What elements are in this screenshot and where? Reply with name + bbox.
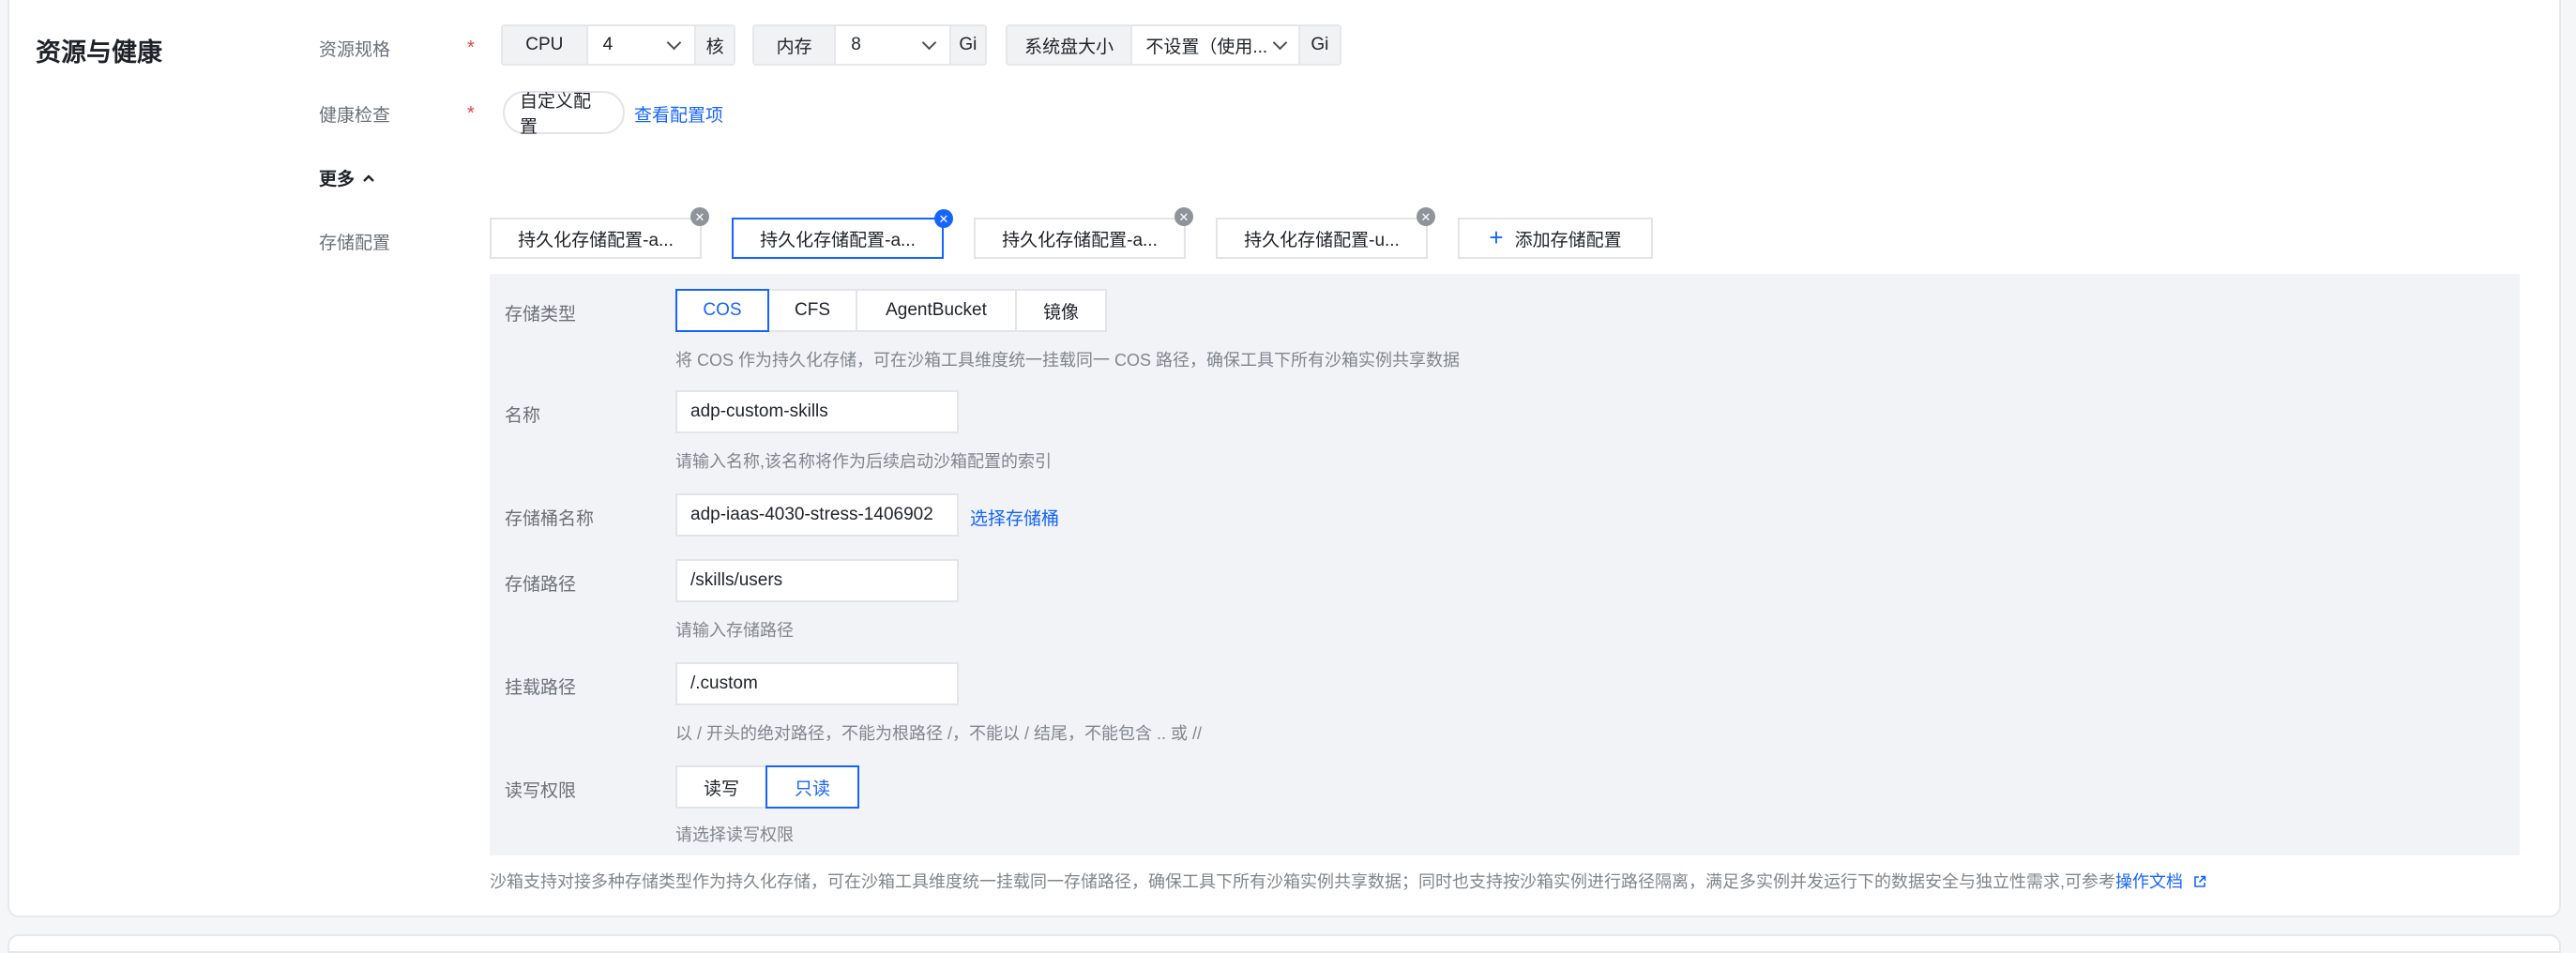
storage-type-segmented: COS CFS AgentBucket 镜像 xyxy=(675,289,1107,332)
permission-help: 请选择读写权限 xyxy=(675,825,794,844)
storage-path-label: 存储路径 xyxy=(505,575,577,595)
chevron-up-icon xyxy=(363,174,374,182)
name-help: 请输入名称,该名称将作为后续启动沙箱配置的索引 xyxy=(675,452,1052,471)
cpu-select[interactable]: 4 xyxy=(585,26,697,64)
disk-field: 系统盘大小 不设置（使用... Gi xyxy=(1006,24,1341,66)
cpu-addon-label: CPU xyxy=(503,26,586,64)
add-storage-label: 添加存储配置 xyxy=(1514,230,1622,250)
storage-tab-3[interactable]: 持久化存储配置-a... xyxy=(974,218,1186,259)
storage-tab-4[interactable]: 持久化存储配置-u... xyxy=(1216,218,1428,259)
bucket-name-input[interactable]: adp-iaas-4030-stress-1406902 xyxy=(675,493,959,537)
next-card-edge xyxy=(8,934,2561,953)
storage-tab-label: 持久化存储配置-a... xyxy=(518,230,674,250)
external-link-icon[interactable] xyxy=(2193,875,2206,888)
required-mark: * xyxy=(467,103,475,124)
custom-config-button[interactable]: 自定义配置 xyxy=(503,91,625,137)
close-icon[interactable]: ✕ xyxy=(1174,207,1193,226)
mount-path-label: 挂载路径 xyxy=(505,678,577,698)
memory-unit: Gi xyxy=(950,26,986,64)
more-label: 更多 xyxy=(319,170,356,189)
memory-field: 内存 8 Gi xyxy=(752,24,987,66)
close-icon[interactable]: ✕ xyxy=(690,207,709,226)
section-title: 资源与健康 xyxy=(36,38,162,67)
memory-select-value: 8 xyxy=(851,35,861,54)
permission-segmented: 读写 只读 xyxy=(675,765,859,809)
storage-type-help: 将 COS 作为持久化存储，可在沙箱工具维度统一挂载同一 COS 路径，确保工具… xyxy=(675,351,1461,370)
permission-label: 读写权限 xyxy=(505,781,577,801)
disk-unit: Gi xyxy=(1299,26,1340,64)
storage-config-label: 存储配置 xyxy=(319,234,391,253)
cpu-select-value: 4 xyxy=(602,35,614,54)
storage-footer-note: 沙箱支持对接多种存储类型作为持久化存储，可在沙箱工具维度统一挂载同一存储路径，确… xyxy=(490,869,2206,893)
storage-tab-label: 持久化存储配置-a... xyxy=(1002,230,1158,250)
operation-doc-link[interactable]: 操作文档 xyxy=(2115,872,2183,891)
type-option-agentbucket[interactable]: AgentBucket xyxy=(856,289,1017,332)
health-check-label: 健康检查 xyxy=(319,106,391,126)
memory-select[interactable]: 8 xyxy=(834,26,951,64)
type-option-cfs[interactable]: CFS xyxy=(767,289,857,332)
storage-type-label: 存储类型 xyxy=(505,305,577,325)
footer-note-text: 沙箱支持对接多种存储类型作为持久化存储，可在沙箱工具维度统一挂载同一存储路径，确… xyxy=(490,872,2115,891)
chevron-down-icon xyxy=(666,35,682,50)
storage-tab-1[interactable]: 持久化存储配置-a... xyxy=(490,218,702,259)
disk-select-value: 不设置（使用... xyxy=(1145,37,1268,57)
cpu-unit: 核 xyxy=(696,26,734,64)
chevron-down-icon xyxy=(1272,35,1287,50)
cpu-field: CPU 4 核 xyxy=(501,24,735,66)
close-icon[interactable]: ✕ xyxy=(1417,207,1435,226)
memory-addon-label: 内存 xyxy=(754,26,835,64)
perm-option-readwrite[interactable]: 读写 xyxy=(675,765,767,809)
storage-path-input[interactable]: /skills/users xyxy=(675,559,959,602)
type-option-image[interactable]: 镜像 xyxy=(1015,289,1107,332)
disk-select[interactable]: 不设置（使用... xyxy=(1130,26,1300,64)
plus-icon: + xyxy=(1489,222,1504,251)
mount-path-help: 以 / 开头的绝对路径，不能为根路径 /，不能以 / 结尾，不能包含 .. 或 … xyxy=(675,724,1203,743)
storage-path-help: 请输入存储路径 xyxy=(675,621,794,640)
view-config-link[interactable]: 查看配置项 xyxy=(634,101,723,127)
name-input[interactable]: adp-custom-skills xyxy=(675,390,959,433)
perm-option-readonly[interactable]: 只读 xyxy=(765,765,859,809)
add-storage-button[interactable]: + 添加存储配置 xyxy=(1458,218,1653,259)
storage-tab-label: 持久化存储配置-a... xyxy=(760,230,916,250)
chevron-down-icon xyxy=(921,35,936,50)
bucket-name-label: 存储桶名称 xyxy=(505,509,595,529)
select-bucket-link[interactable]: 选择存储桶 xyxy=(970,505,1059,530)
storage-tab-2[interactable]: 持久化存储配置-a... xyxy=(732,218,944,259)
storage-tab-label: 持久化存储配置-u... xyxy=(1244,230,1400,250)
name-label: 名称 xyxy=(505,406,541,426)
close-icon[interactable]: ✕ xyxy=(934,209,953,228)
mount-path-input[interactable]: /.custom xyxy=(675,662,959,705)
required-mark: * xyxy=(467,38,475,58)
type-option-cos[interactable]: COS xyxy=(675,289,769,332)
disk-addon-label: 系统盘大小 xyxy=(1008,26,1131,64)
more-toggle[interactable]: 更多 xyxy=(319,165,375,190)
resource-spec-label: 资源规格 xyxy=(319,40,391,60)
